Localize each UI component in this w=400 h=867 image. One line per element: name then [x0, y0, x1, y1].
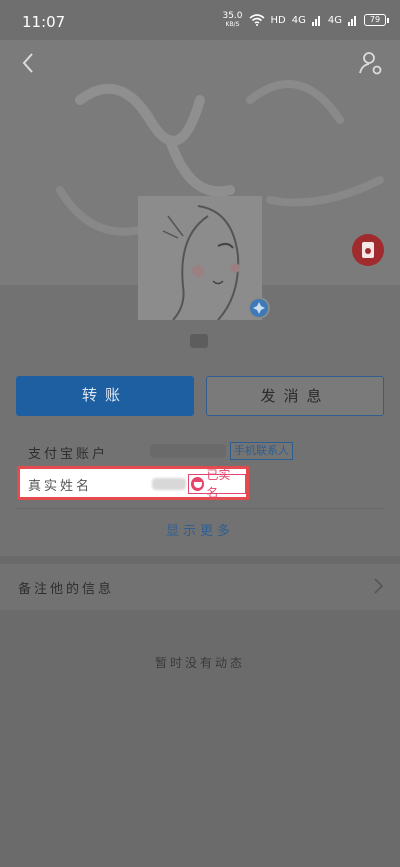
show-more-link[interactable]: 显示更多 [0, 520, 400, 539]
signal-bars-icon [311, 16, 320, 26]
red-envelope-icon [362, 242, 374, 258]
nickname-redacted [190, 334, 208, 348]
section-gap [0, 556, 400, 564]
verified-realname-badge: 已实名 [188, 468, 246, 500]
realname-label: 真实姓名 [28, 479, 93, 494]
signal-4g-2: 4G [327, 14, 342, 26]
profile-settings-button[interactable] [356, 48, 386, 78]
realname-value-redacted [152, 478, 186, 490]
wifi-icon [248, 14, 265, 26]
divider [16, 508, 384, 509]
feed-area [0, 610, 400, 867]
remark-info-row[interactable]: 备注他的信息 [0, 564, 400, 610]
face-icon [191, 477, 205, 491]
avatar[interactable] [138, 196, 262, 320]
avatar-drawing [138, 196, 262, 320]
speed-value: 35.0 [222, 11, 243, 21]
verified-badge-icon [248, 297, 270, 319]
status-bar: 11:07 35.0 KB/S HD 4G 4G 79 [0, 0, 400, 40]
empty-feed-text: 暂时没有动态 [154, 656, 245, 670]
speed-unit: KB/S [225, 21, 240, 28]
battery-icon: 79 [364, 14, 389, 26]
signal-4g-1: 4G [291, 14, 306, 26]
network-speed: 35.0 KB/S [222, 11, 243, 29]
status-time: 11:07 [22, 13, 66, 31]
remark-label: 备注他的信息 [18, 582, 115, 597]
chevron-left-icon [22, 53, 33, 73]
signal-bars-icon [348, 16, 356, 26]
realname-row-highlight: 真实姓名 已实名 [17, 466, 249, 500]
realname-badge-text: 已实名 [206, 468, 231, 500]
person-settings-icon [359, 52, 382, 75]
back-button[interactable] [14, 48, 44, 78]
send-message-button[interactable]: 发消息 [206, 376, 384, 416]
phone-contact-badge: 手机联系人 [230, 442, 293, 460]
chevron-right-icon [374, 578, 384, 594]
hd-indicator: HD [270, 14, 286, 26]
account-label: 支付宝账户 [28, 447, 109, 462]
transfer-button[interactable]: 转账 [16, 376, 194, 416]
account-value-redacted [150, 444, 226, 458]
status-indicators: 35.0 KB/S HD 4G 4G 79 [222, 11, 389, 29]
red-packet-button[interactable] [352, 234, 384, 266]
